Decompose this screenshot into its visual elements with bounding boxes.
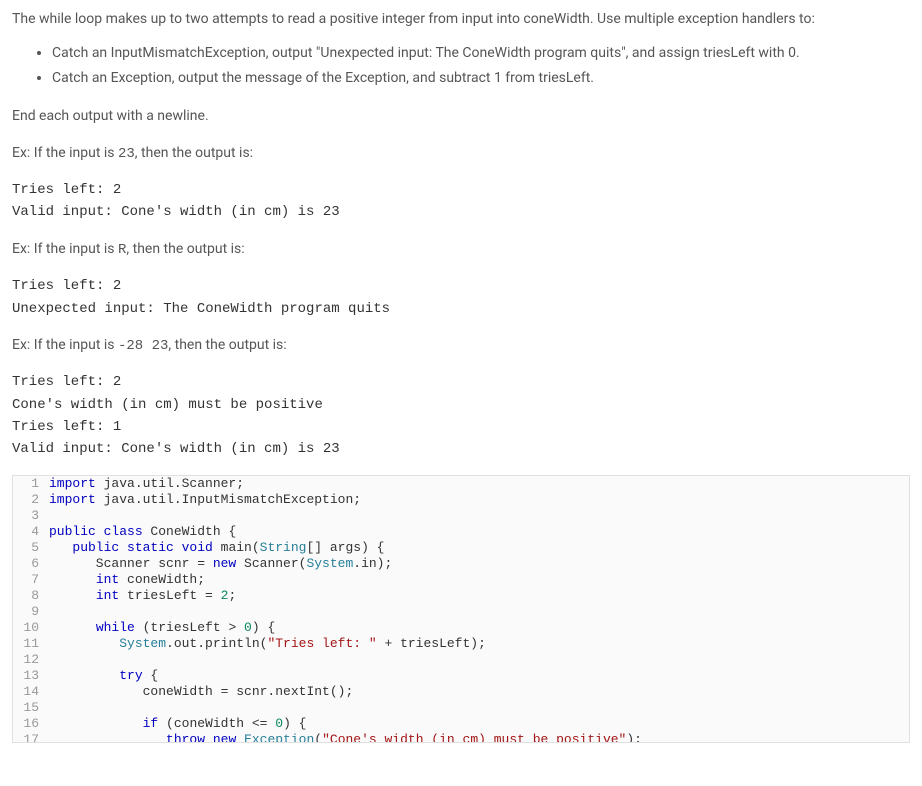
line-number: 9 [13,604,49,620]
ex-label-part: , then the output is: [135,145,253,161]
line-number: 4 [13,524,49,540]
ex-label-part: Ex: If the input is [12,337,118,353]
line-number: 13 [13,668,49,684]
code-text: import java.util.InputMismatchException; [49,492,361,508]
code-editor[interactable]: 1import java.util.Scanner;2import java.u… [12,475,910,743]
problem-bullets: Catch an InputMismatchException, output … [12,42,910,89]
end-note: End each output with a newline. [12,105,910,127]
code-line: 17 throw new Exception("Cone's width (in… [13,732,909,742]
code-text: public static void main(String[] args) { [49,540,384,556]
example-3-label: Ex: If the input is -28 23, then the out… [12,334,910,357]
code-line: 15 [13,700,909,716]
code-line: 1import java.util.Scanner; [13,476,909,492]
code-text: public class ConeWidth { [49,524,236,540]
code-line: 10 while (triesLeft > 0) { [13,620,909,636]
code-line: 2import java.util.InputMismatchException… [13,492,909,508]
line-number: 8 [13,588,49,604]
ex-label-part: Ex: If the input is [12,145,118,161]
line-number: 17 [13,732,49,742]
code-text: System.out.println("Tries left: " + trie… [49,636,486,652]
line-number: 10 [13,620,49,636]
code-text: import java.util.Scanner; [49,476,244,492]
line-number: 1 [13,476,49,492]
bullet-item: Catch an Exception, output the message o… [52,67,910,89]
example-1-output: Tries left: 2 Valid input: Cone's width … [12,179,910,224]
code-scroll-area[interactable]: 1import java.util.Scanner;2import java.u… [13,476,909,742]
ex-input: 23 [118,146,135,162]
line-number: 11 [13,636,49,652]
line-number: 3 [13,508,49,524]
code-text: coneWidth = scnr.nextInt(); [49,684,353,700]
example-2-output: Tries left: 2 Unexpected input: The Cone… [12,275,910,320]
line-number: 2 [13,492,49,508]
example-1-label: Ex: If the input is 23, then the output … [12,142,910,165]
code-line: 11 System.out.println("Tries left: " + t… [13,636,909,652]
code-line: 8 int triesLeft = 2; [13,588,909,604]
code-text: int triesLeft = 2; [49,588,236,604]
line-number: 14 [13,684,49,700]
code-text: if (coneWidth <= 0) { [49,716,306,732]
line-number: 12 [13,652,49,668]
code-line: 7 int coneWidth; [13,572,909,588]
problem-intro: The while loop makes up to two attempts … [12,8,910,30]
code-line: 14 coneWidth = scnr.nextInt(); [13,684,909,700]
line-number: 7 [13,572,49,588]
ex-input: -28 23 [118,338,168,354]
code-line: 9 [13,604,909,620]
ex-label-part: Ex: If the input is [12,241,118,257]
code-line: 13 try { [13,668,909,684]
code-text: throw new Exception("Cone's width (in cm… [49,732,642,742]
code-text: Scanner scnr = new Scanner(System.in); [49,556,392,572]
line-number: 6 [13,556,49,572]
code-text: while (triesLeft > 0) { [49,620,275,636]
code-line: 3 [13,508,909,524]
line-number: 15 [13,700,49,716]
code-line: 16 if (coneWidth <= 0) { [13,716,909,732]
ex-label-part: , then the output is: [168,337,286,353]
ex-label-part: , then the output is: [126,241,244,257]
example-3-output: Tries left: 2 Cone's width (in cm) must … [12,371,910,461]
code-line: 12 [13,652,909,668]
example-2-label: Ex: If the input is R, then the output i… [12,238,910,261]
code-line: 4public class ConeWidth { [13,524,909,540]
line-number: 16 [13,716,49,732]
code-text: int coneWidth; [49,572,205,588]
bullet-item: Catch an InputMismatchException, output … [52,42,910,64]
code-line: 5 public static void main(String[] args)… [13,540,909,556]
line-number: 5 [13,540,49,556]
code-text: try { [49,668,158,684]
code-line: 6 Scanner scnr = new Scanner(System.in); [13,556,909,572]
